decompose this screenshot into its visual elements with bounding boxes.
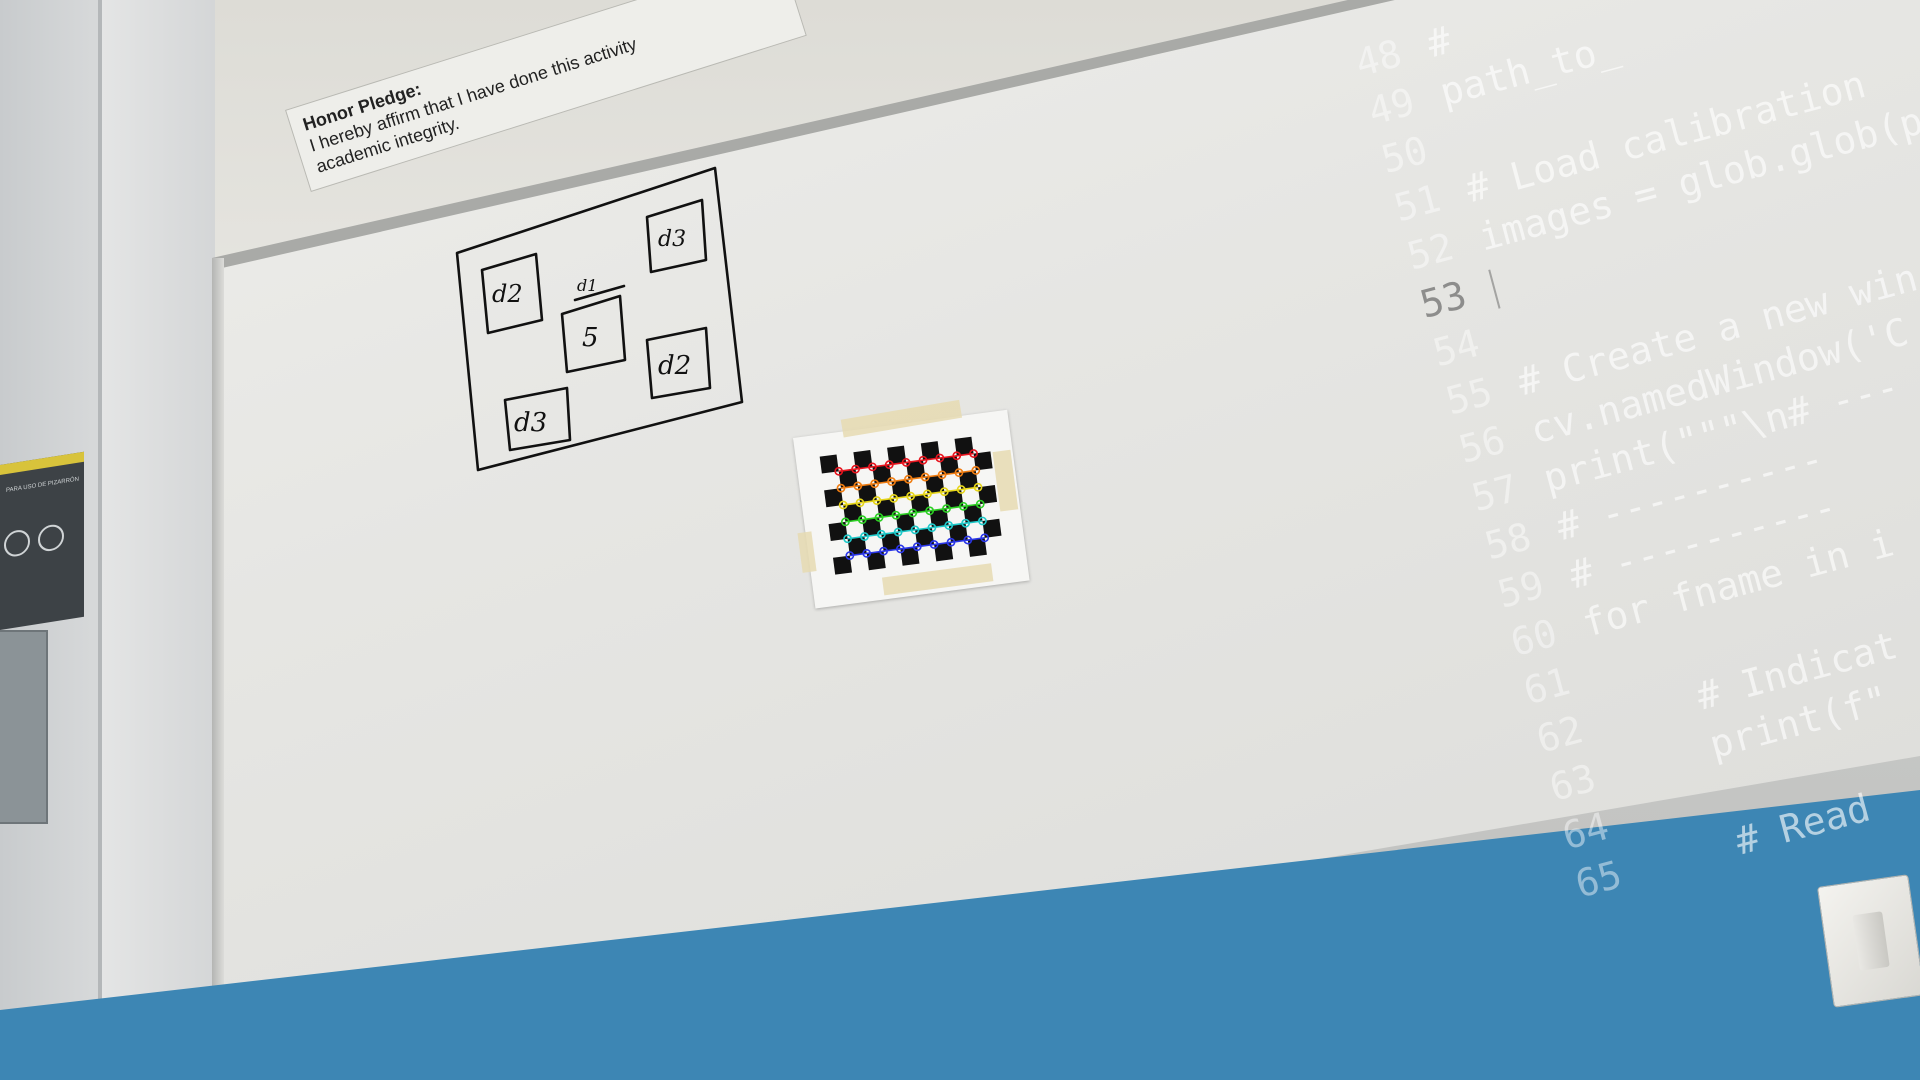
poster-title: PARA USO DE PIZARRÓN — [6, 476, 79, 495]
label-d1: d1 — [577, 276, 597, 295]
wall-column — [102, 0, 222, 1080]
label-d2-right: d2 — [658, 351, 691, 381]
wall-poster: PARA USO DE PIZARRÓN — [0, 451, 84, 630]
detected-corner — [980, 533, 990, 543]
switch-rocker[interactable] — [1852, 911, 1890, 971]
marker-drawing: d2 d1 5 d3 d2 d3 — [455, 166, 744, 472]
poster-icon-2 — [38, 522, 64, 553]
label-d3-bottom: d3 — [514, 408, 547, 438]
light-switch[interactable] — [1816, 874, 1920, 1008]
checker-pattern — [819, 436, 1002, 575]
calibration-checkerboard — [793, 399, 1030, 609]
label-d2-left: d2 — [492, 280, 523, 308]
photo-scene: PARA USO DE PIZARRÓN Honor Pledge: I her… — [0, 0, 1920, 1080]
detected-corner — [969, 449, 978, 458]
code-line-text: # — [1422, 11, 1478, 67]
label-5: 5 — [582, 323, 599, 353]
detected-corner — [834, 466, 844, 476]
whiteboard-frame-left — [212, 258, 224, 1058]
poster-icon-1 — [4, 528, 30, 559]
wall-opening — [0, 630, 48, 824]
label-d3-top: d3 — [658, 227, 686, 252]
outer-rectangle — [455, 166, 744, 472]
